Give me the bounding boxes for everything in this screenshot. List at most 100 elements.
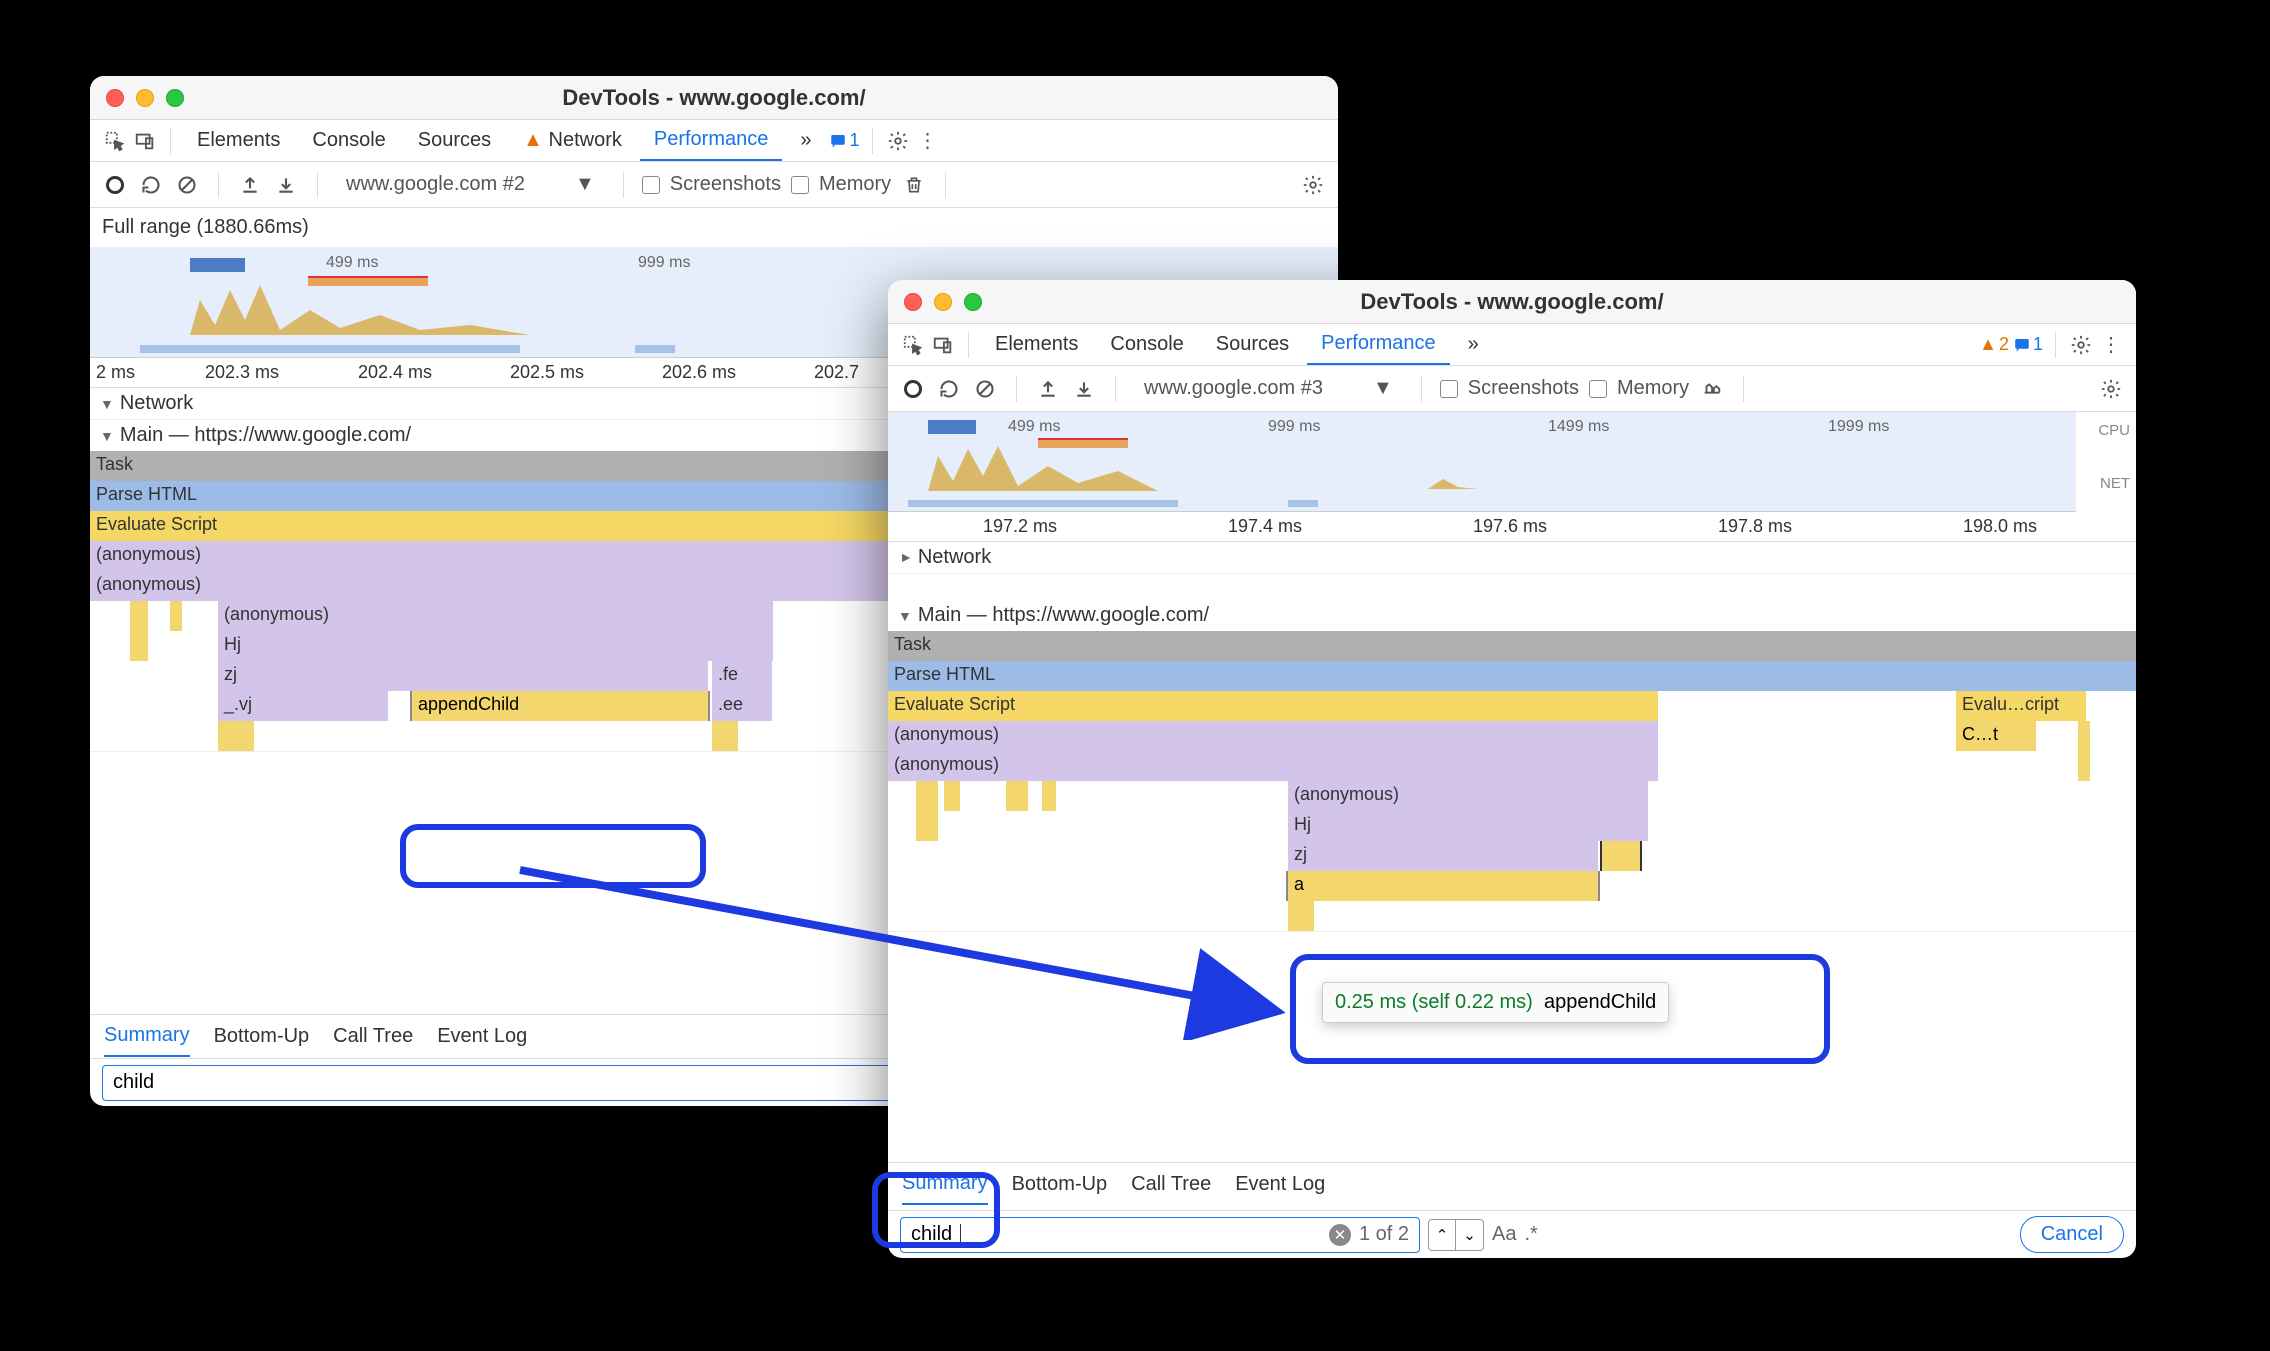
- flame-bar[interactable]: [130, 631, 148, 661]
- btab-summary[interactable]: Summary: [902, 1164, 988, 1205]
- prev-result-button[interactable]: ⌃: [1428, 1219, 1456, 1251]
- cancel-button[interactable]: Cancel: [2020, 1216, 2124, 1253]
- tab-more[interactable]: »: [786, 121, 825, 160]
- flame-bar[interactable]: (anonymous): [218, 601, 773, 631]
- flame-bar[interactable]: [916, 781, 938, 811]
- messages-badge[interactable]: 1: [829, 130, 859, 151]
- flame-bar[interactable]: (anonymous): [888, 751, 1658, 781]
- inspect-icon[interactable]: [102, 128, 128, 154]
- record-button[interactable]: [900, 376, 926, 402]
- trash-icon[interactable]: [901, 172, 927, 198]
- flame-bar-append[interactable]: appendChild: [412, 691, 708, 721]
- tab-performance[interactable]: Performance: [640, 120, 783, 161]
- tab-elements[interactable]: Elements: [981, 325, 1092, 364]
- tab-more[interactable]: »: [1454, 325, 1493, 364]
- main-track[interactable]: ▼Main — https://www.google.com/ Task Par…: [888, 600, 2136, 932]
- btab-summary[interactable]: Summary: [104, 1016, 190, 1057]
- flame-bar[interactable]: [916, 811, 938, 841]
- flame-bar[interactable]: zj: [218, 661, 708, 691]
- kebab-icon[interactable]: ⋮: [2098, 332, 2124, 358]
- device-icon[interactable]: [930, 332, 956, 358]
- flame-bar[interactable]: Evaluate Script: [888, 691, 1658, 721]
- flame-bar[interactable]: .ee: [712, 691, 772, 721]
- gear-icon[interactable]: [885, 128, 911, 154]
- time-ruler[interactable]: 197.2 ms 197.4 ms 197.6 ms 197.8 ms 198.…: [888, 512, 2136, 542]
- gear-icon[interactable]: [2098, 376, 2124, 402]
- download-button[interactable]: [273, 172, 299, 198]
- btab-calltree[interactable]: Call Tree: [333, 1017, 413, 1056]
- tab-network[interactable]: ▲ Network: [509, 121, 636, 160]
- reload-button[interactable]: [936, 376, 962, 402]
- next-result-button[interactable]: ⌄: [1456, 1219, 1484, 1251]
- flame-bar[interactable]: [218, 721, 254, 751]
- minimize-icon[interactable]: [136, 89, 154, 107]
- warnings-badge[interactable]: ▲ 2: [1979, 334, 2009, 355]
- upload-button[interactable]: [237, 172, 263, 198]
- fullscreen-icon[interactable]: [964, 293, 982, 311]
- search-input[interactable]: child ✕ 1 of 2: [900, 1217, 1420, 1253]
- clear-icon[interactable]: ✕: [1329, 1224, 1351, 1246]
- flame-bar[interactable]: [1042, 781, 1056, 811]
- clear-button[interactable]: [174, 172, 200, 198]
- tab-console[interactable]: Console: [1096, 325, 1197, 364]
- tab-console[interactable]: Console: [298, 121, 399, 160]
- screenshots-checkbox[interactable]: [642, 176, 660, 194]
- flame-bar[interactable]: (anonymous): [1288, 781, 1648, 811]
- timeline-overview[interactable]: 499 ms 999 ms 1499 ms 1999 ms: [888, 412, 2076, 512]
- memory-checkbox[interactable]: [791, 176, 809, 194]
- btab-eventlog[interactable]: Event Log: [437, 1017, 527, 1056]
- flame-bar[interactable]: [1006, 781, 1028, 811]
- close-icon[interactable]: [904, 293, 922, 311]
- clear-button[interactable]: [972, 376, 998, 402]
- close-icon[interactable]: [106, 89, 124, 107]
- download-button[interactable]: [1071, 376, 1097, 402]
- flame-bar-append[interactable]: a: [1288, 871, 1598, 901]
- memory-checkbox[interactable]: [1589, 380, 1607, 398]
- flame-bar[interactable]: Parse HTML: [888, 661, 2136, 691]
- minimize-icon[interactable]: [934, 293, 952, 311]
- collect-garbage-icon[interactable]: [1699, 376, 1725, 402]
- tab-performance[interactable]: Performance: [1307, 324, 1450, 365]
- flame-bar[interactable]: _.vj: [218, 691, 388, 721]
- tab-sources[interactable]: Sources: [404, 121, 505, 160]
- tab-elements[interactable]: Elements: [183, 121, 294, 160]
- flame-bar[interactable]: [170, 601, 182, 631]
- upload-button[interactable]: [1035, 376, 1061, 402]
- btab-bottomup[interactable]: Bottom-Up: [1012, 1165, 1108, 1204]
- flame-bar[interactable]: [1288, 901, 1314, 931]
- flame-bar[interactable]: [944, 781, 960, 811]
- chevron-down-icon: ▼: [100, 396, 114, 412]
- messages-badge[interactable]: 1: [2013, 334, 2043, 355]
- kebab-icon[interactable]: ⋮: [915, 128, 941, 154]
- flame-bar[interactable]: [2078, 751, 2090, 781]
- gear-icon[interactable]: [2068, 332, 2094, 358]
- flame-bar[interactable]: Evalu…cript: [1956, 691, 2086, 721]
- reload-button[interactable]: [138, 172, 164, 198]
- flame-bar[interactable]: C…t: [1956, 721, 2036, 751]
- flame-bar[interactable]: zj: [1288, 841, 1598, 871]
- record-button[interactable]: [102, 172, 128, 198]
- match-case-toggle[interactable]: Aa: [1492, 1223, 1516, 1246]
- gear-icon[interactable]: [1300, 172, 1326, 198]
- flame-bar[interactable]: (anonymous): [888, 721, 1658, 751]
- tab-sources[interactable]: Sources: [1202, 325, 1303, 364]
- btab-calltree[interactable]: Call Tree: [1131, 1165, 1211, 1204]
- flame-bar[interactable]: [712, 721, 738, 751]
- inspect-icon[interactable]: [900, 332, 926, 358]
- flame-bar[interactable]: .fe: [712, 661, 772, 691]
- screenshots-checkbox[interactable]: [1440, 380, 1458, 398]
- flame-bar[interactable]: Task: [888, 631, 2136, 661]
- device-icon[interactable]: [132, 128, 158, 154]
- flame-bar[interactable]: [2078, 721, 2090, 751]
- flame-bar[interactable]: Hj: [1288, 811, 1648, 841]
- flame-bar[interactable]: [130, 601, 148, 631]
- flame-bar[interactable]: [1602, 841, 1640, 871]
- regex-toggle[interactable]: .*: [1524, 1223, 1537, 1246]
- recording-select[interactable]: www.google.com #3 ▼: [1134, 373, 1403, 404]
- network-track[interactable]: ▼Network: [888, 542, 2136, 574]
- btab-bottomup[interactable]: Bottom-Up: [214, 1017, 310, 1056]
- flame-bar[interactable]: Hj: [218, 631, 773, 661]
- recording-select[interactable]: www.google.com #2 ▼: [336, 169, 605, 200]
- btab-eventlog[interactable]: Event Log: [1235, 1165, 1325, 1204]
- fullscreen-icon[interactable]: [166, 89, 184, 107]
